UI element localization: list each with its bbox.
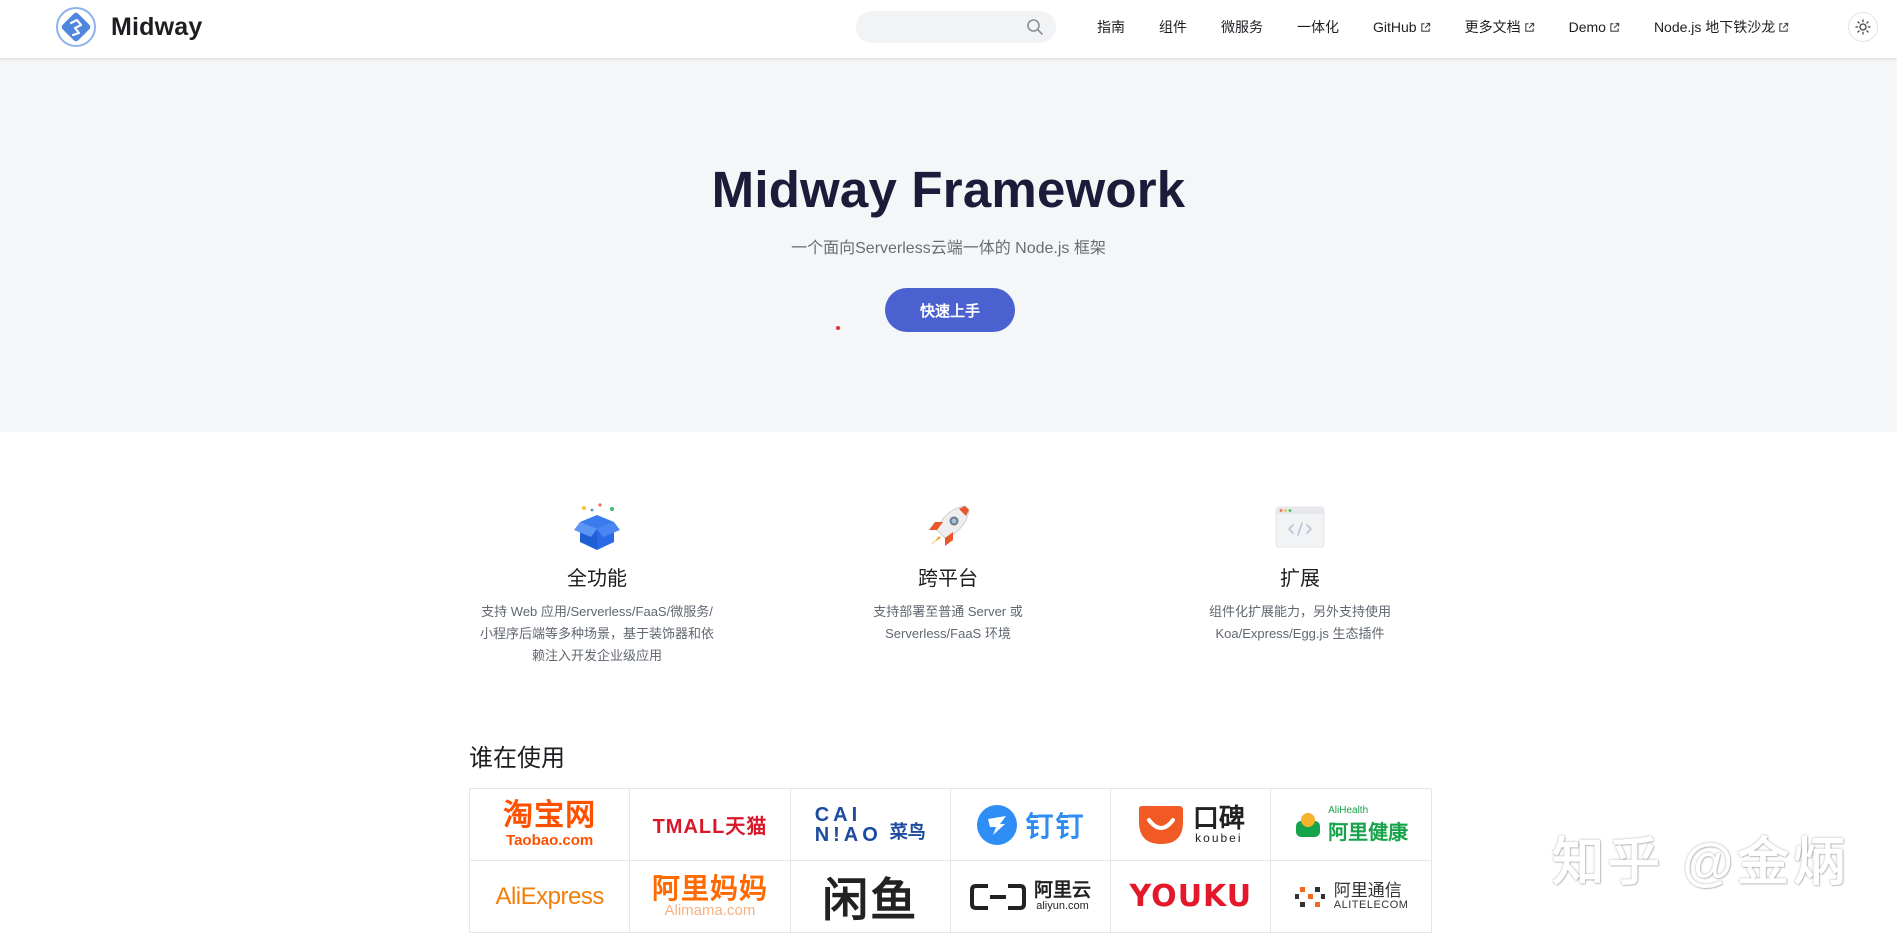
hero-section: Midway Framework 一个面向Serverless云端一体的 Nod…	[0, 58, 1897, 432]
nav-menu: 指南 组件 微服务 一体化 GitHub 更多文档 Demo Node.js 地下铁沙龙	[1097, 0, 1823, 54]
nav-item[interactable]: Demo	[1569, 19, 1620, 35]
feature-description: 支持部署至普通 Server 或 Serverless/FaaS 环境	[873, 604, 1023, 641]
code-window-icon	[1275, 506, 1325, 548]
logo-koubei: 口碑 koubei	[1111, 789, 1272, 861]
logo-xianyu: 闲鱼	[790, 861, 951, 933]
aliyun-icon	[970, 883, 1027, 910]
theme-toggle-button[interactable]	[1848, 12, 1878, 42]
nav-item[interactable]: 指南	[1097, 17, 1125, 37]
midway-logo-icon	[56, 7, 96, 47]
nav-item[interactable]: 一体化	[1297, 17, 1339, 37]
brand-name: Midway	[111, 12, 203, 41]
logo-tmall: TMALL天猫	[630, 789, 791, 861]
users-logo-grid: 淘宝网 Taobao.com TMALL天猫 CAI N!AO 菜鸟 钉钉 口碑 ko…	[469, 788, 1432, 933]
get-started-button[interactable]: 快速上手	[885, 288, 1015, 332]
external-link-icon	[1610, 22, 1620, 32]
nav-item-label: 指南	[1097, 19, 1125, 35]
users-heading: 谁在使用	[469, 745, 565, 772]
nav-item-label: 一体化	[1297, 19, 1339, 35]
navbar: Midway 指南 组件 微服务 一体化 GitHub 更多文档 Demo Node.js 地…	[0, 0, 1897, 58]
brand-link[interactable]: Midway	[55, 6, 203, 48]
nav-item[interactable]: Node.js 地下铁沙龙	[1654, 17, 1789, 37]
feature-full-featured: 全功能 支持 Web 应用/Serverless/FaaS/微服务/ 小程序后端…	[469, 500, 725, 667]
feature-cross-platform: 跨平台 支持部署至普通 Server 或 Serverless/FaaS 环境	[820, 500, 1076, 645]
nav-item[interactable]: GitHub	[1373, 19, 1431, 35]
search-icon	[1027, 19, 1043, 35]
feature-title: 扩展	[1280, 568, 1320, 590]
logo-alimama: 阿里妈妈 Alimama.com	[630, 861, 791, 933]
koubei-icon	[1138, 805, 1183, 844]
alitelecom-icon	[1294, 886, 1325, 907]
dingtalk-icon	[976, 804, 1017, 845]
feature-extension: 扩展 组件化扩展能力，另外支持使用 Koa/Express/Egg.js 生态插…	[1172, 500, 1428, 645]
gift-box-icon	[574, 503, 620, 550]
external-link-icon	[1420, 22, 1430, 32]
logo-alihealth: AliHealth 阿里健康	[1271, 789, 1432, 861]
sun-icon	[1855, 19, 1871, 35]
logo-aliyun: 阿里云 aliyun.com	[950, 861, 1112, 933]
feature-title: 全功能	[567, 568, 627, 590]
logo-dingtalk: 钉钉	[950, 789, 1112, 861]
logo-youku: YOUKU	[1111, 861, 1272, 933]
watermark: 知乎 @金炳	[1552, 834, 1850, 892]
nav-item[interactable]: 更多文档	[1465, 17, 1535, 37]
nav-item-label: Node.js 地下铁沙龙	[1653, 19, 1776, 35]
external-link-icon	[1779, 22, 1789, 32]
nav-item[interactable]: 微服务	[1221, 17, 1263, 37]
logo-cainiao: CAI N!AO 菜鸟	[790, 789, 951, 861]
nav-item-label: 微服务	[1221, 19, 1263, 35]
nav-item-label: GitHub	[1373, 19, 1417, 35]
rocket-icon	[929, 505, 970, 546]
search-input[interactable]	[856, 11, 1056, 43]
logo-taobao: 淘宝网 Taobao.com	[470, 789, 631, 861]
nav-item[interactable]: 组件	[1159, 17, 1187, 37]
hero-title: Midway Framework	[711, 161, 1186, 218]
hero-subtitle: 一个面向Serverless云端一体的 Node.js 框架	[791, 240, 1106, 257]
feature-title: 跨平台	[918, 568, 978, 590]
logo-aliexpress: AliExpress	[470, 861, 631, 933]
nav-item-label: 更多文档	[1464, 19, 1521, 35]
cursor-dot	[836, 326, 840, 330]
logo-alitelecom: 阿里通信 ALITELECOM	[1271, 861, 1432, 933]
external-link-icon	[1524, 22, 1534, 32]
feature-description: 组件化扩展能力，另外支持使用 Koa/Express/Egg.js 生态插件	[1208, 604, 1391, 641]
feature-description: 支持 Web 应用/Serverless/FaaS/微服务/ 小程序后端等多种场…	[479, 604, 714, 663]
alihealth-icon	[1296, 812, 1321, 837]
nav-item-label: Demo	[1568, 19, 1606, 35]
nav-item-label: 组件	[1159, 19, 1187, 35]
